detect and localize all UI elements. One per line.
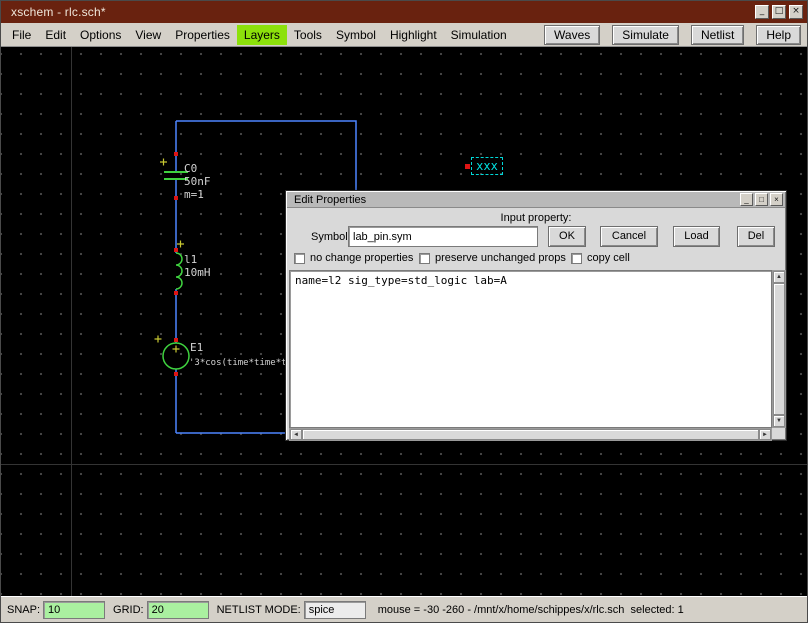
cancel-button[interactable]: Cancel — [600, 226, 658, 247]
menu-view[interactable]: View — [128, 25, 168, 45]
symbol-input[interactable] — [348, 226, 538, 247]
vertical-scrollbar-thumb[interactable] — [773, 283, 785, 415]
netlist-button[interactable]: Netlist — [691, 25, 744, 45]
property-textarea[interactable]: name=l2 sig_type=std_logic lab=A — [289, 270, 772, 428]
netlist-mode-label: NETLIST MODE: — [217, 604, 301, 616]
simulate-button[interactable]: Simulate — [612, 25, 679, 45]
minimize-icon[interactable]: _ — [755, 5, 769, 19]
vertical-scrollbar[interactable]: ▲ ▼ — [772, 270, 786, 428]
horizontal-scrollbar[interactable]: ◄ ► — [289, 428, 772, 441]
polarity-plus-icon — [155, 159, 185, 353]
scroll-down-icon[interactable]: ▼ — [773, 415, 785, 427]
no-change-properties-checkbox[interactable] — [294, 253, 305, 264]
inductor-value-label[interactable]: 10mH — [184, 267, 211, 279]
menu-properties[interactable]: Properties — [168, 25, 237, 45]
maximize-icon[interactable]: □ — [772, 5, 786, 19]
netlist-mode-input[interactable] — [304, 601, 366, 619]
preserve-unchanged-props-label: preserve unchanged props — [435, 252, 566, 264]
menu-layers[interactable]: Layers — [237, 25, 287, 45]
input-property-label: Input property: — [286, 212, 786, 224]
load-button[interactable]: Load — [673, 226, 720, 247]
preserve-unchanged-props-option: preserve unchanged props — [419, 252, 566, 264]
del-button[interactable]: Del — [737, 226, 775, 247]
menu-edit[interactable]: Edit — [38, 25, 73, 45]
ok-button[interactable]: OK — [548, 226, 586, 247]
grid-label: GRID: — [113, 604, 144, 616]
menu-options[interactable]: Options — [73, 25, 128, 45]
close-icon[interactable]: × — [789, 5, 803, 19]
capacitor-value-label[interactable]: 50nF — [184, 176, 211, 188]
dialog-title-bar[interactable]: Edit Properties _ □ × — [287, 192, 785, 208]
grid-input[interactable] — [147, 601, 209, 619]
menu-file[interactable]: File — [5, 25, 38, 45]
help-button[interactable]: Help — [756, 25, 801, 45]
preserve-unchanged-props-checkbox[interactable] — [419, 253, 430, 264]
menu-tools[interactable]: Tools — [287, 25, 329, 45]
dialog-close-icon[interactable]: × — [770, 193, 783, 206]
copy-cell-label: copy cell — [587, 252, 630, 264]
menu-simulation[interactable]: Simulation — [444, 25, 514, 45]
capacitor-ref-label[interactable]: C0 — [184, 163, 197, 175]
no-change-properties-option: no change properties — [294, 252, 413, 264]
source-ref-label[interactable]: E1 — [190, 342, 203, 354]
edit-properties-dialog: Edit Properties _ □ × Input property: Sy… — [285, 190, 787, 441]
snap-input[interactable] — [43, 601, 105, 619]
title-bar: xschem - rlc.sch* _ □ × — [1, 1, 807, 23]
toolbar-right: Waves Simulate Netlist Help — [544, 25, 803, 45]
scroll-up-icon[interactable]: ▲ — [773, 271, 785, 283]
net-pin-label[interactable]: xxx — [471, 157, 503, 175]
horizontal-scrollbar-thumb[interactable] — [302, 429, 759, 440]
dialog-title: Edit Properties — [294, 194, 738, 206]
dialog-maximize-icon[interactable]: □ — [755, 193, 768, 206]
waves-button[interactable]: Waves — [544, 25, 600, 45]
menu-symbol[interactable]: Symbol — [329, 25, 383, 45]
mouse-coords-info: mouse = -30 -260 - /mnt/x/home/schippes/… — [378, 604, 684, 616]
inductor-ref-label[interactable]: l1 — [184, 254, 197, 266]
inductor-symbol[interactable] — [176, 253, 182, 289]
window-title: xschem - rlc.sch* — [11, 5, 752, 19]
dialog-minimize-icon[interactable]: _ — [740, 193, 753, 206]
capacitor-param-label[interactable]: m=1 — [184, 189, 204, 201]
menu-highlight[interactable]: Highlight — [383, 25, 444, 45]
scroll-left-icon[interactable]: ◄ — [290, 429, 302, 440]
menu-bar: File Edit Options View Properties Layers… — [1, 23, 807, 47]
symbol-label: Symbol — [311, 231, 348, 243]
status-bar: SNAP: GRID: NETLIST MODE: mouse = -30 -2… — [1, 596, 807, 622]
snap-label: SNAP: — [7, 604, 40, 616]
copy-cell-checkbox[interactable] — [571, 253, 582, 264]
scroll-right-icon[interactable]: ► — [759, 429, 771, 440]
no-change-properties-label: no change properties — [310, 252, 413, 264]
copy-cell-option: copy cell — [571, 252, 630, 264]
net-pin-square — [465, 164, 470, 169]
